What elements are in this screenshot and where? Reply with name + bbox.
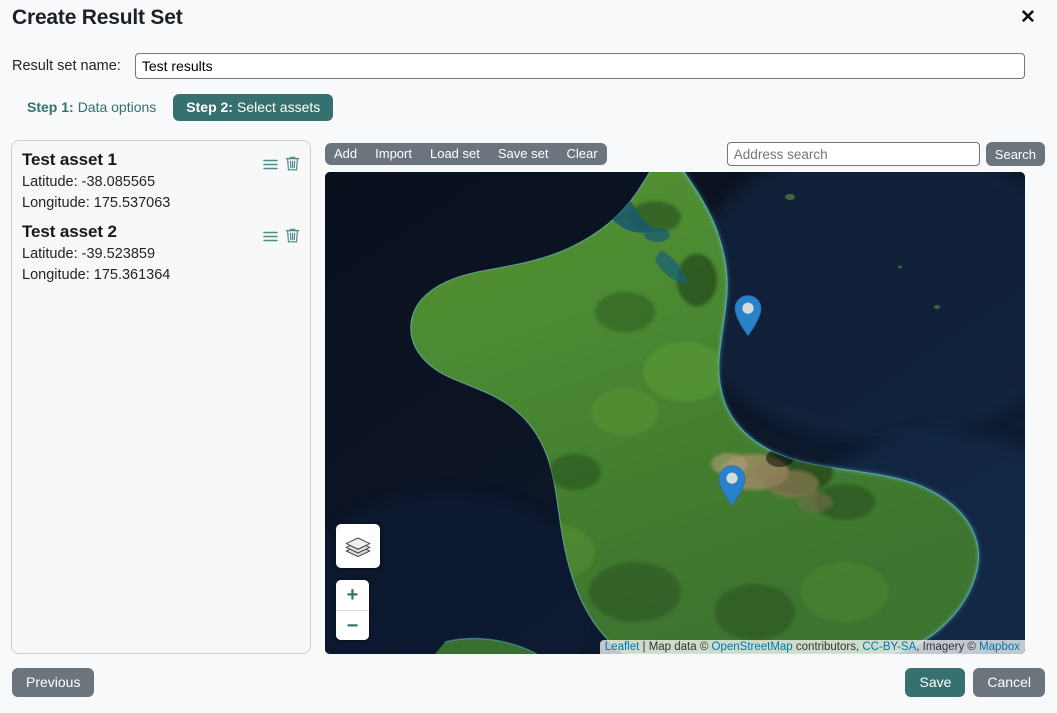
previous-button[interactable]: Previous (12, 668, 95, 698)
save-button[interactable]: Save (905, 668, 966, 698)
asset-latitude: Latitude: -39.523859 (22, 246, 156, 263)
list-item: Test asset 2 Latitude: -39.523859 Longit… (22, 221, 300, 286)
search-input[interactable] (726, 142, 980, 166)
drag-handle-icon[interactable] (263, 158, 278, 171)
marker-test-asset-2[interactable] (718, 465, 746, 507)
tab-step-1-label: Data options (77, 99, 157, 115)
cancel-button[interactable]: Cancel (973, 668, 1045, 698)
asset-name: Test asset 2 (22, 222, 117, 242)
search-button[interactable]: Search (985, 142, 1045, 166)
map-clear-button[interactable]: Clear (557, 143, 606, 165)
asset-header: Test asset 2 (22, 221, 300, 244)
asset-longitude: Longitude: 175.537063 (22, 195, 171, 212)
layers-icon[interactable] (336, 524, 380, 568)
mapbox-link[interactable]: Mapbox (979, 641, 1020, 653)
tab-step-1[interactable]: Step 1: Data options (14, 94, 169, 121)
leaflet-link[interactable]: Leaflet (605, 641, 640, 653)
address-search-group: Search (726, 142, 1045, 166)
tab-step-1-step: Step 1: (27, 99, 74, 115)
result-set-name-row: Result set name: (12, 53, 1025, 79)
asset-longitude: Longitude: 175.361364 (22, 267, 171, 284)
result-set-name-label: Result set name: (12, 58, 121, 74)
drag-handle-icon[interactable] (263, 230, 278, 243)
attribution-separator: | (639, 641, 649, 653)
asset-header: Test asset 1 (22, 149, 300, 172)
step-tabs: Step 1: Data options Step 2: Select asse… (14, 94, 334, 122)
asset-name: Test asset 1 (22, 150, 117, 169)
map-save-set-button[interactable]: Save set (489, 143, 558, 165)
list-item: Test asset 1 Latitude: -38.085565 Longit… (22, 149, 300, 214)
zoom-in-button[interactable]: + (336, 580, 369, 610)
asset-latitude: Latitude: -38.085565 (22, 174, 156, 190)
map-add-button[interactable]: Add (325, 143, 366, 165)
attribution-imagery: , Imagery © (916, 641, 980, 653)
footer-right: Save Cancel (905, 668, 1045, 698)
trash-icon[interactable] (285, 228, 300, 244)
zoom-out-button[interactable]: − (336, 610, 369, 640)
asset-list-panel: Test asset 1 Latitude: -38.085565 Longit… (11, 140, 311, 654)
map-satellite-imagery (325, 172, 1025, 654)
openstreetmap-link[interactable]: OpenStreetMap (712, 641, 793, 653)
result-set-name-input[interactable] (134, 53, 1025, 79)
page-title: Create Result Set (12, 6, 183, 29)
asset-actions (263, 149, 300, 172)
close-icon[interactable]: ✕ (1015, 4, 1041, 30)
map-load-set-button[interactable]: Load set (421, 143, 489, 165)
marker-test-asset-1[interactable] (734, 295, 762, 337)
asset-actions (263, 221, 300, 244)
map-attribution: Leaflet | Map data © OpenStreetMap contr… (599, 640, 1025, 654)
tab-step-2-step: Step 2: (186, 99, 233, 115)
cc-by-sa-link[interactable]: CC-BY-SA (862, 641, 916, 653)
map-container[interactable]: + − Leaflet | Map data © OpenStreetMap c… (325, 172, 1025, 654)
attribution-contributors: contributors, (792, 641, 863, 653)
trash-icon[interactable] (285, 156, 300, 172)
map-toolbar: Add Import Load set Save set Clear (325, 143, 607, 165)
tab-step-2-label: Select assets (236, 99, 321, 115)
tab-step-2[interactable]: Step 2: Select assets (173, 94, 334, 122)
footer-left: Previous (12, 668, 95, 698)
attribution-map-data: Map data © (648, 641, 712, 653)
map-import-button[interactable]: Import (366, 143, 421, 165)
zoom-control: + − (336, 580, 369, 640)
